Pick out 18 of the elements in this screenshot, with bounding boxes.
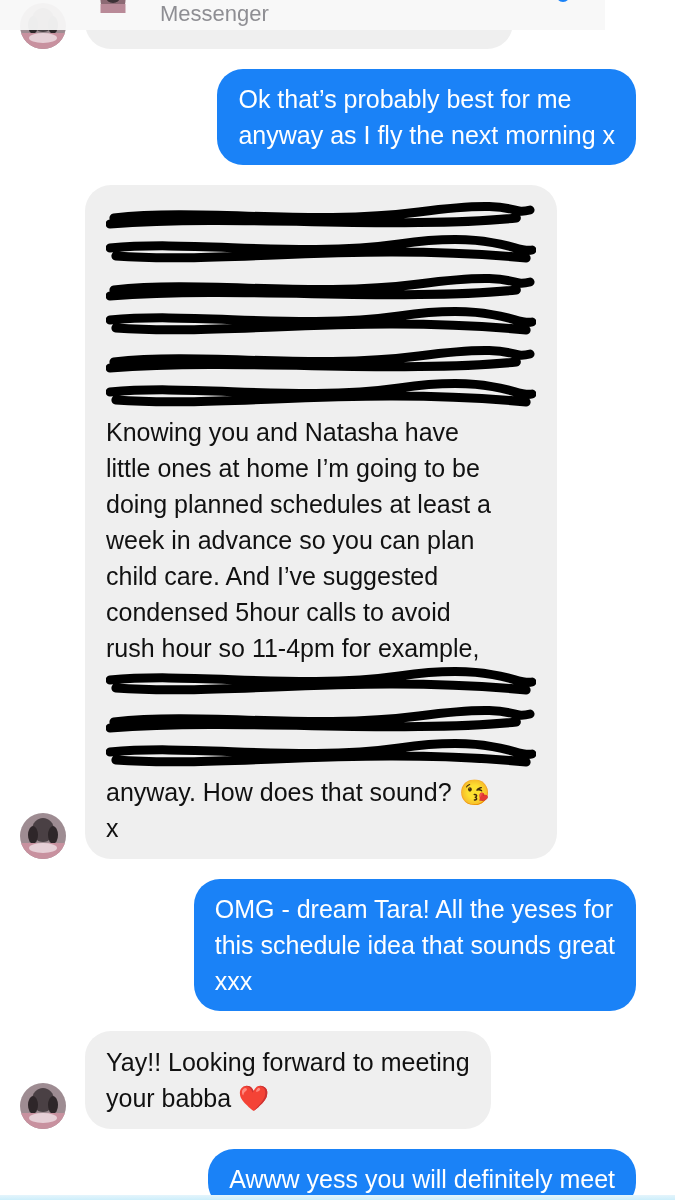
message-text: doing planned schedules at least a bbox=[106, 489, 492, 520]
message-text: OMG - dream Tara! All the yeses for bbox=[214, 894, 614, 925]
message-text: condensed 5hour calls to avoid bbox=[106, 597, 452, 628]
message-text: anyway. How does that sound? 😘 bbox=[106, 777, 491, 808]
message-text: week in advance so you can plan bbox=[106, 525, 476, 556]
message-text: rush hour so 11-4pm for example, bbox=[106, 633, 481, 664]
message-text: Awww yess you will definitely meet bbox=[229, 1164, 615, 1195]
message-text: x bbox=[106, 813, 120, 844]
message-text: this schedule idea that sounds great bbox=[214, 930, 615, 961]
message-text: Knowing you and Natasha have bbox=[106, 417, 461, 448]
message-text: your babba ❤ bbox=[106, 1083, 271, 1114]
message-text: xxx bbox=[214, 966, 254, 997]
message-text: Ok that’s probably best for me bbox=[238, 84, 573, 115]
message-text: anyway as I fly the next morning x bbox=[238, 120, 615, 151]
header-title: Messenger bbox=[160, 2, 269, 26]
message-text: Yay!! Looking forward to meeting bbox=[106, 1047, 470, 1078]
message-text: child care. And I’ve suggested bbox=[106, 561, 440, 592]
message-text: little ones at home I’m going to be bbox=[106, 453, 481, 484]
